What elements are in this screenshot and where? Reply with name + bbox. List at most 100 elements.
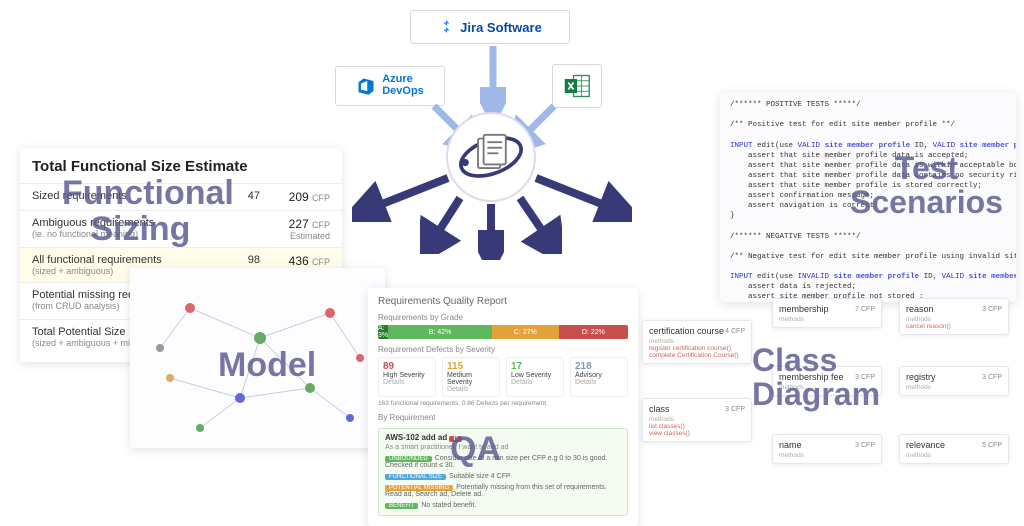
qa-defect-label: Medium Severity: [447, 372, 472, 386]
qa-grade-segment: B: 42%: [388, 325, 492, 339]
class-method: view classes(): [649, 430, 745, 437]
class-box: class 3 CFP methodslist classes()view clas…: [642, 398, 752, 442]
qa-req-grade-badge: D: [449, 436, 461, 442]
fs-row-count: 98: [220, 254, 260, 266]
arrow-out-5: [532, 172, 632, 222]
class-name: certification course: [649, 326, 724, 336]
qa-defect-sub: Details: [575, 379, 596, 386]
qa-defect-count: 115: [447, 361, 495, 372]
class-name: membership fee: [779, 372, 844, 382]
class-box: relevance 5 CFP methods: [899, 434, 1009, 464]
qa-grade-bar: A: 3%B: 42%C: 27%D: 22%: [378, 325, 628, 339]
qa-defect-sub: Details: [447, 386, 468, 393]
qa-grade-segment: A: 3%: [378, 325, 388, 339]
qa-req-finding: BENEFITNo stated benefit.: [385, 500, 621, 511]
class-cfp-badge: 3 CFP: [855, 374, 875, 381]
class-method: list classes(): [649, 423, 745, 430]
class-box: certification course4 CFP methodsregister…: [642, 320, 752, 364]
class-name: name: [779, 440, 802, 450]
qa-defect-count: 17: [511, 361, 559, 372]
class-methods-label: methods: [906, 316, 1002, 323]
qa-defect-box: 89High SeverityDetails: [378, 357, 436, 397]
class-methods-label: methods: [906, 384, 1002, 391]
jira-label: Jira Software: [460, 20, 542, 35]
class-cfp-badge: 3 CFP: [855, 442, 875, 449]
class-box: registry 3 CFP methods: [899, 366, 1009, 396]
fs-row-value: 436 CFP: [260, 254, 330, 268]
class-box: membership fee 3 CFP methods: [772, 366, 882, 396]
qa-defects-label: Requirement Defects by Severity: [378, 345, 628, 354]
qa-grade-label: Requirements by Grade: [378, 313, 628, 322]
jira-integration-box: Jira Software: [410, 10, 570, 44]
fs-row-name: Ambiguous requirements: [32, 217, 220, 229]
class-cfp-badge: 3 CFP: [725, 406, 745, 413]
qa-defect-sub: Details: [511, 379, 532, 386]
class-method: complete Certification Course(): [649, 352, 745, 359]
class-methods-label: methods: [649, 416, 745, 423]
class-box: membership 7 CFP methods: [772, 298, 882, 328]
azure-devops-icon: [356, 76, 376, 96]
qa-req-finding: POTENTIAL MISSINGPotentially missing fro…: [385, 482, 621, 500]
qa-defect-sub: Details: [383, 379, 404, 386]
central-document-icon: [446, 112, 536, 202]
qa-defect-box: 115Medium SeverityDetails: [442, 357, 500, 397]
class-cfp-badge: 3 CFP: [982, 306, 1002, 313]
class-name: class: [649, 404, 670, 414]
class-name: relevance: [906, 440, 945, 450]
fs-row: Ambiguous requirements(ie. no functional…: [20, 210, 342, 247]
test-scenarios-card: /****** POSITIVE TESTS *****/ /** Positi…: [720, 92, 1016, 302]
qa-req-desc: As a smart practitioner, I want to add a…: [385, 442, 621, 453]
azure-label: Azure DevOps: [382, 74, 424, 97]
qa-req-finding: FUNCTIONAL SIZESuitable size 4 CFP: [385, 471, 621, 482]
fs-row: Sized requirements47209 CFP: [20, 183, 342, 210]
qa-defect-count: 218: [575, 361, 623, 372]
arrow-out-2: [420, 194, 470, 254]
class-cfp-badge: 4 CFP: [725, 328, 745, 335]
qa-finding-tag: POTENTIAL MISSING: [385, 485, 453, 491]
qa-byreq-label: By Requirement: [378, 413, 628, 422]
qa-req-key: AWS-102 add ad: [385, 433, 447, 442]
class-method: register certification course(): [649, 345, 745, 352]
fs-row-count: 47: [220, 190, 260, 202]
qa-finding-tag: UNBOUNDED: [385, 456, 432, 462]
class-methods-label: methods: [906, 452, 1002, 459]
class-methods-label: methods: [779, 384, 875, 391]
class-methods-label: methods: [779, 316, 875, 323]
qa-finding-tag: FUNCTIONAL SIZE: [385, 474, 446, 480]
qa-req-finding: UNBOUNDEDConsider rate of a min size per…: [385, 453, 621, 471]
qa-defect-label: High Severity: [383, 372, 425, 379]
arrow-out-3: [478, 200, 504, 260]
qa-defect-box: 218AdvisoryDetails: [570, 357, 628, 397]
class-name: registry: [906, 372, 936, 382]
fs-row-name: All functional requirements: [32, 254, 220, 266]
qa-finding-tag: BENEFIT: [385, 503, 418, 509]
model-graph-svg: [130, 268, 385, 448]
class-methods-label: methods: [779, 452, 875, 459]
class-cfp-badge: 5 CFP: [982, 442, 1002, 449]
class-diagram-area: certification course4 CFPmethodsregister…: [637, 298, 1017, 498]
class-name: membership: [779, 304, 829, 314]
arrow-jira-down: [480, 42, 506, 116]
qa-grade-segment: D: 22%: [559, 325, 628, 339]
class-methods-label: methods: [649, 338, 745, 345]
class-method: cancel reason(): [906, 323, 1002, 330]
fs-row-name: Sized requirements: [32, 190, 220, 202]
class-box: reason 3 CFP methodscancel reason(): [899, 298, 1009, 335]
orbit-doc-icon: [454, 120, 528, 194]
class-cfp-badge: 7 CFP: [855, 306, 875, 313]
qa-footnote: 163 functional requirements. 0.86 Defect…: [378, 400, 628, 407]
class-name: reason: [906, 304, 934, 314]
class-box: name 3 CFP methods: [772, 434, 882, 464]
qa-requirement-block: AWS-102 add ad D As a smart practitioner…: [378, 428, 628, 516]
fs-row-sub: (ie. no functional meaning): [32, 229, 220, 239]
qa-title: Requirements Quality Report: [378, 296, 628, 307]
class-cfp-badge: 3 CFP: [982, 374, 1002, 381]
qa-defect-label: Low Severity: [511, 372, 551, 379]
qa-defect-box: 17Low SeverityDetails: [506, 357, 564, 397]
model-graph-card: [130, 268, 385, 448]
qa-grade-segment: C: 27%: [492, 325, 559, 339]
qa-defect-label: Advisory: [575, 372, 602, 379]
qa-report-card: Requirements Quality Report Requirements…: [368, 288, 638, 526]
jira-icon: [438, 19, 454, 35]
excel-icon: [563, 71, 591, 101]
